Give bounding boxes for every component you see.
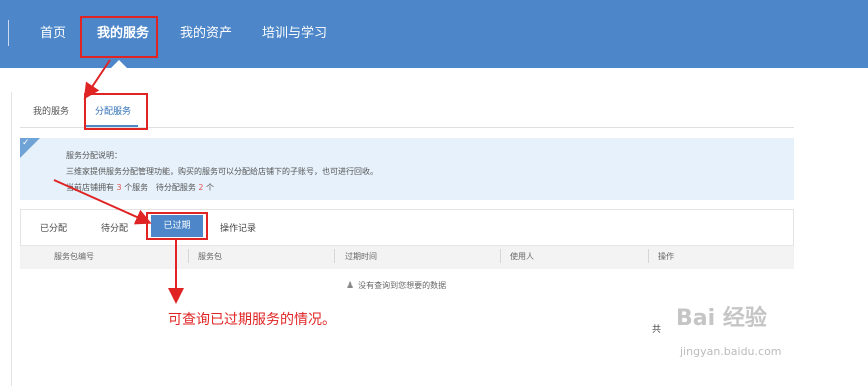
arrow-nav-to-subtab [83, 59, 111, 100]
arrow-info-to-tab [53, 179, 152, 225]
annotation-arrows [53, 59, 184, 304]
